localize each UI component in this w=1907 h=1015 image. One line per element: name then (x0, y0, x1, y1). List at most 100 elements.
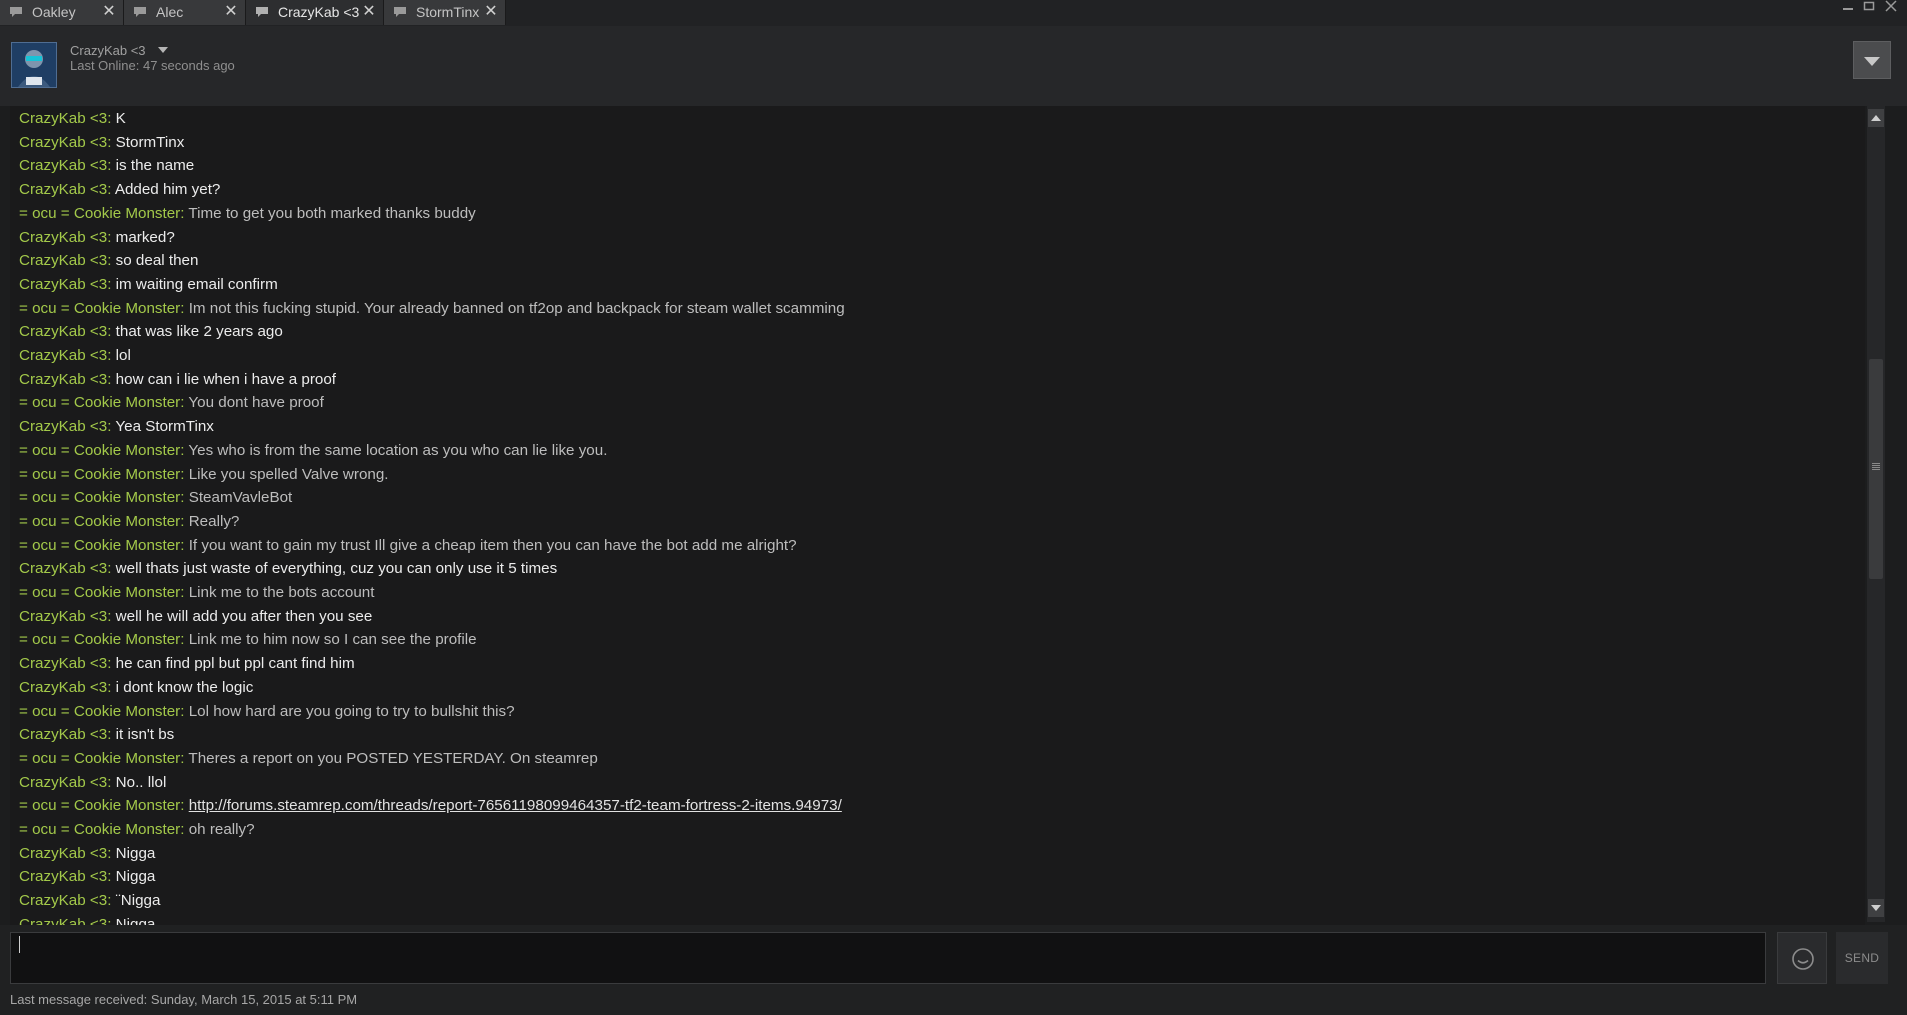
message-text: Link me to the bots account (188, 584, 375, 601)
chat-message: = ocu = Cookie Monster: Link me to him n… (19, 630, 477, 654)
message-text: oh really? (188, 821, 255, 838)
chat-message: = ocu = Cookie Monster: Really? (19, 512, 239, 536)
chat-message: CrazyKab <3: StormTinx (19, 133, 184, 157)
message-sender[interactable]: = ocu = Cookie Monster (19, 537, 180, 554)
chat-options-button[interactable] (1853, 41, 1891, 79)
chat-log[interactable]: CrazyKab <3: K CrazyKab <3: StormTinx Craz… (10, 106, 1865, 925)
message-sender[interactable]: CrazyKab <3 (19, 868, 107, 885)
tab-stormtinx[interactable]: StormTinx ✕ (384, 0, 506, 25)
avatar-image (12, 43, 56, 87)
message-sender[interactable]: = ocu = Cookie Monster (19, 489, 180, 506)
chevron-down-icon[interactable] (158, 47, 168, 53)
message-sender[interactable]: = ocu = Cookie Monster (19, 821, 180, 838)
message-text: he can find ppl but ppl cant find him (115, 655, 355, 673)
name-separator: : (180, 465, 189, 483)
message-sender[interactable]: CrazyKab <3 (19, 252, 107, 269)
message-sender[interactable]: CrazyKab <3 (19, 560, 107, 577)
chat-message: CrazyKab <3: how can i lie when i have a… (19, 370, 336, 394)
close-icon[interactable]: ✕ (223, 0, 239, 24)
message-sender[interactable]: = ocu = Cookie Monster (19, 300, 180, 317)
message-sender[interactable]: CrazyKab <3 (19, 371, 107, 388)
send-button[interactable]: SEND (1836, 932, 1888, 984)
message-sender[interactable]: CrazyKab <3 (19, 110, 107, 127)
chat-header (0, 26, 1907, 106)
window-close-icon[interactable] (1884, 0, 1898, 12)
message-link[interactable]: http://forums.steamrep.com/threads/repor… (189, 797, 842, 814)
message-text: Yea StormTinx (115, 418, 214, 436)
message-sender[interactable]: CrazyKab <3 (19, 229, 107, 246)
emoticon-button[interactable] (1777, 932, 1827, 984)
message-sender[interactable]: CrazyKab <3 (19, 726, 107, 743)
message-sender[interactable]: = ocu = Cookie Monster (19, 205, 180, 222)
message-sender[interactable]: = ocu = Cookie Monster (19, 466, 180, 483)
chat-tab-bar: Oakley ✕ Alec ✕ CrazyKab <3 ✕ StormTinx … (0, 0, 1907, 27)
scroll-up-button[interactable] (1868, 109, 1884, 127)
tab-label: Oakley (32, 4, 76, 20)
chat-message: CrazyKab <3: No.. llol (19, 773, 166, 797)
message-text: If you want to gain my trust Ill give a … (188, 536, 797, 554)
message-text: well thats just waste of everything, cuz… (115, 560, 558, 578)
message-sender[interactable]: CrazyKab <3 (19, 181, 107, 198)
message-text: that was like 2 years ago (115, 323, 283, 341)
tab-alec[interactable]: Alec ✕ (124, 0, 246, 25)
steamrep-link[interactable]: http://forums.steamrep.com/threads/repor… (189, 797, 842, 814)
message-sender[interactable]: CrazyKab <3 (19, 774, 107, 791)
message-sender[interactable]: CrazyKab <3 (19, 679, 107, 696)
message-sender[interactable]: = ocu = Cookie Monster (19, 631, 180, 648)
chat-message: CrazyKab <3: marked? (19, 228, 175, 252)
name-separator: : (180, 489, 189, 507)
chat-message: = ocu = Cookie Monster: Time to get you … (19, 204, 476, 228)
tab-label: Alec (156, 4, 184, 20)
message-sender[interactable]: CrazyKab <3 (19, 157, 107, 174)
chat-bubble-icon (394, 7, 406, 17)
message-sender[interactable]: = ocu = Cookie Monster (19, 703, 180, 720)
chat-message: CrazyKab <3: ¨Nigga (19, 891, 160, 915)
chat-scrollbar[interactable] (1867, 106, 1885, 922)
message-sender[interactable]: CrazyKab <3 (19, 916, 107, 925)
tab-label: CrazyKab <3 (278, 4, 360, 20)
chat-message: CrazyKab <3: Nigga (19, 915, 155, 925)
name-separator: : (107, 157, 116, 175)
message-text: Time to get you both marked thanks buddy (188, 204, 476, 222)
close-icon[interactable]: ✕ (361, 0, 377, 24)
message-sender[interactable]: CrazyKab <3 (19, 323, 107, 340)
friend-name[interactable]: CrazyKab <3 (70, 43, 146, 58)
chat-message: = ocu = Cookie Monster: You dont have pr… (19, 393, 324, 417)
minimize-icon[interactable] (1841, 0, 1855, 12)
message-sender[interactable]: CrazyKab <3 (19, 845, 107, 862)
name-separator: : (107, 607, 116, 625)
message-text: i dont know the logic (115, 678, 254, 696)
scroll-down-button[interactable] (1868, 899, 1884, 917)
chat-message: CrazyKab <3: well he will add you after … (19, 607, 372, 631)
message-text: marked? (115, 228, 175, 246)
message-sender[interactable]: = ocu = Cookie Monster (19, 750, 180, 767)
chat-message: CrazyKab <3: Nigga (19, 844, 155, 868)
chat-message: CrazyKab <3: so deal then (19, 251, 198, 275)
message-sender[interactable]: = ocu = Cookie Monster (19, 584, 180, 601)
close-icon[interactable]: ✕ (483, 0, 499, 24)
message-sender[interactable]: = ocu = Cookie Monster (19, 797, 180, 814)
message-sender[interactable]: CrazyKab <3 (19, 347, 107, 364)
tab-oakley[interactable]: Oakley ✕ (0, 0, 124, 25)
message-sender[interactable]: = ocu = Cookie Monster (19, 394, 180, 411)
close-icon[interactable]: ✕ (101, 0, 117, 24)
message-sender[interactable]: = ocu = Cookie Monster (19, 442, 180, 459)
message-input[interactable] (10, 932, 1766, 984)
message-sender[interactable]: CrazyKab <3 (19, 134, 107, 151)
avatar[interactable] (11, 42, 57, 88)
message-sender[interactable]: = ocu = Cookie Monster (19, 513, 180, 530)
message-sender[interactable]: CrazyKab <3 (19, 655, 107, 672)
scroll-thumb[interactable] (1869, 359, 1883, 579)
name-separator: : (180, 702, 189, 720)
chat-bubble-icon (256, 7, 268, 17)
text-cursor (19, 936, 20, 953)
name-separator: : (107, 655, 116, 673)
message-sender[interactable]: CrazyKab <3 (19, 608, 107, 625)
tab-crazykab[interactable]: CrazyKab <3 ✕ (246, 0, 384, 25)
message-sender[interactable]: CrazyKab <3 (19, 892, 107, 909)
message-sender[interactable]: CrazyKab <3 (19, 418, 107, 435)
message-sender[interactable]: CrazyKab <3 (19, 276, 107, 293)
maximize-icon[interactable] (1862, 0, 1876, 12)
message-text: is the name (115, 157, 195, 175)
name-separator: : (180, 797, 189, 815)
